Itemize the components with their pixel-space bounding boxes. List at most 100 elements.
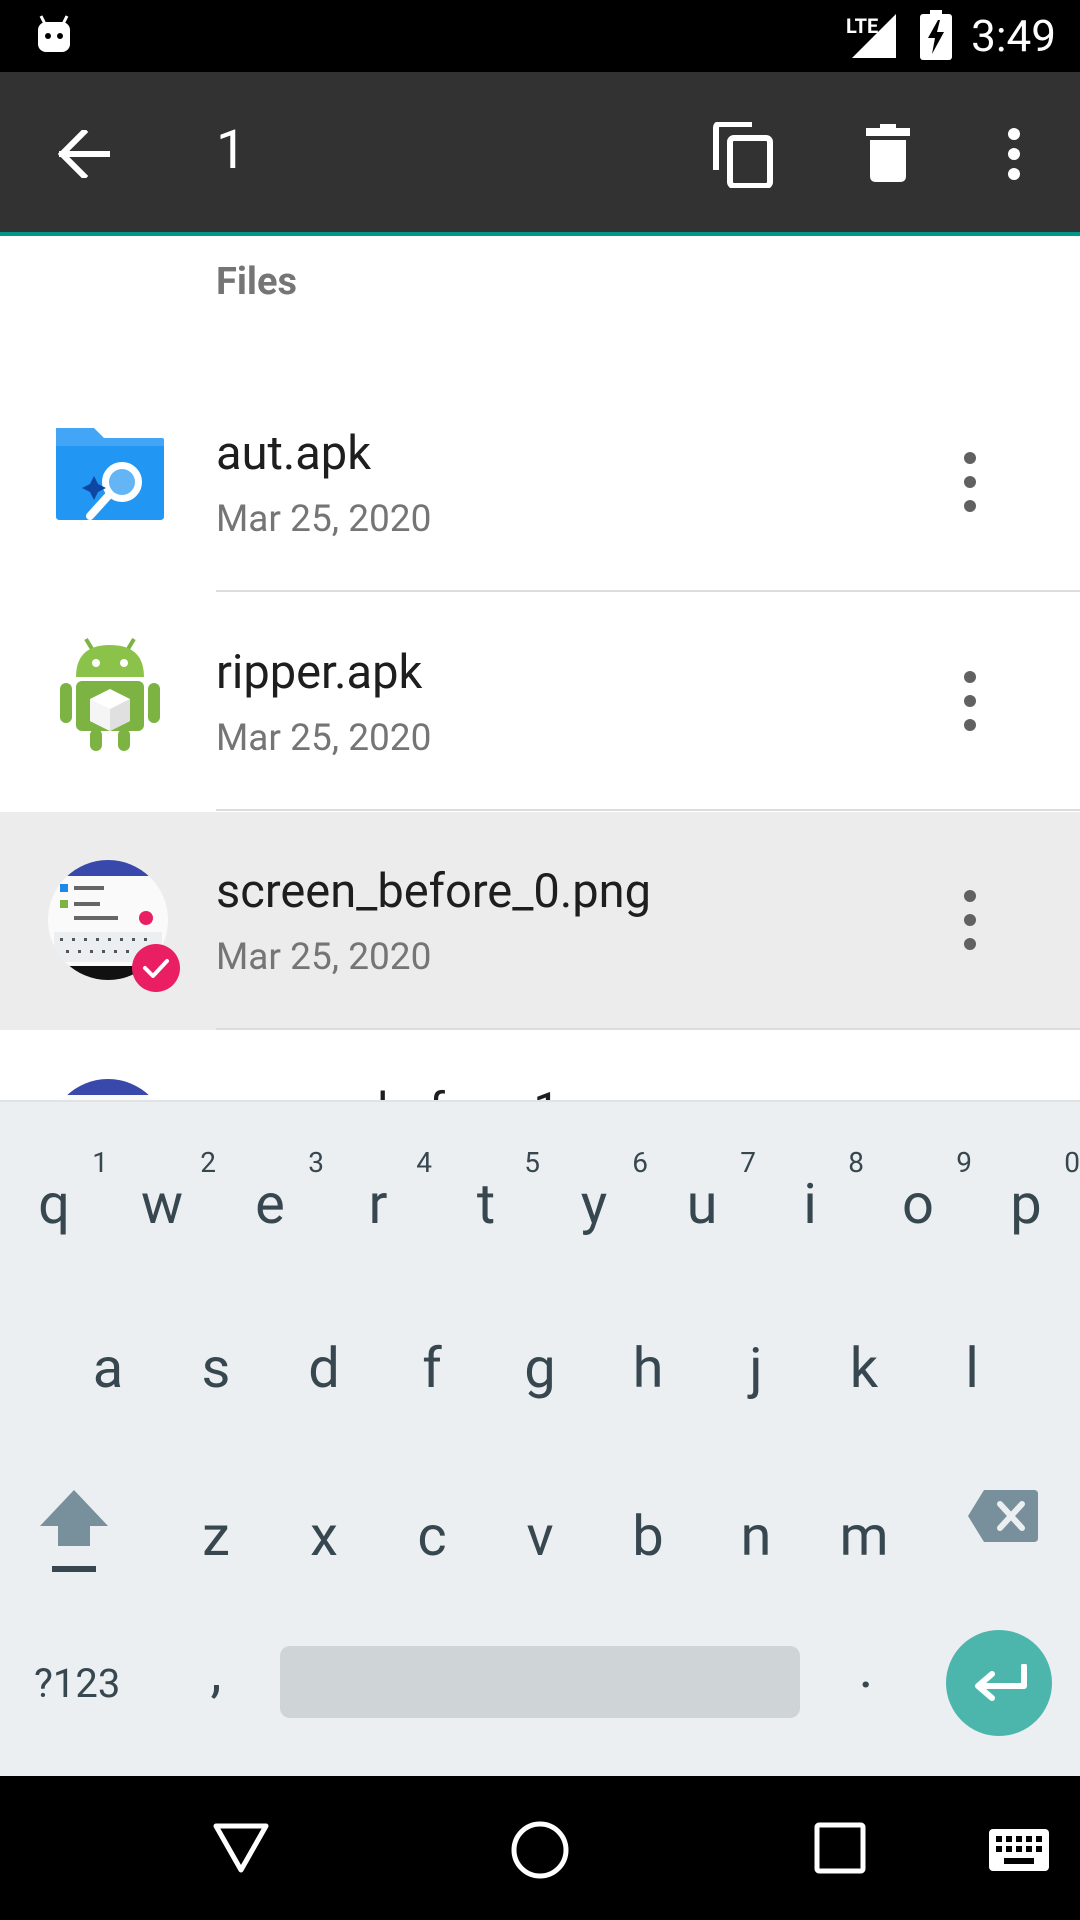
navigation-bar <box>0 1776 1080 1920</box>
screenshot-thumbnail <box>48 1079 168 1100</box>
key-x[interactable]: x <box>284 1508 364 1564</box>
key-number-hint: 9 <box>956 1146 972 1179</box>
key-label: p <box>1010 1171 1042 1237</box>
file-date: Mar 25, 2020 <box>216 498 432 541</box>
key-h[interactable]: h <box>608 1340 688 1396</box>
keyboard-switch-icon[interactable] <box>988 1828 1050 1872</box>
key-number-hint: 3 <box>308 1146 324 1179</box>
enter-key[interactable] <box>946 1630 1052 1736</box>
key-u[interactable]: u7 <box>662 1146 756 1232</box>
comma-key-label: , <box>210 1639 222 1705</box>
key-label: v <box>526 1503 554 1569</box>
key-l[interactable]: l <box>932 1340 1012 1396</box>
key-label: m <box>839 1503 889 1569</box>
key-p[interactable]: p0 <box>986 1146 1080 1232</box>
key-label: h <box>632 1335 664 1401</box>
key-label: f <box>422 1335 442 1401</box>
key-m[interactable]: m <box>824 1508 904 1564</box>
keyboard-top-border <box>0 1100 1080 1102</box>
key-label: a <box>92 1335 124 1401</box>
key-z[interactable]: z <box>176 1508 256 1564</box>
key-b[interactable]: b <box>608 1508 688 1564</box>
key-label: g <box>524 1335 556 1401</box>
key-a[interactable]: a <box>68 1340 148 1396</box>
copy-icon[interactable] <box>712 122 774 188</box>
key-label: n <box>740 1503 772 1569</box>
key-j[interactable]: j <box>716 1340 796 1396</box>
cell-signal-icon <box>852 14 896 58</box>
back-arrow-icon[interactable] <box>58 130 110 178</box>
key-y[interactable]: y6 <box>554 1146 648 1232</box>
soft-keyboard: q1w2e3r4t5y6u7i8o9p0 asdfghjkl zxcvbnm ?… <box>0 1100 1080 1776</box>
key-label: u <box>686 1171 718 1237</box>
key-number-hint: 8 <box>848 1146 864 1179</box>
home-circle-icon[interactable] <box>510 1820 570 1880</box>
shift-icon[interactable] <box>38 1486 110 1576</box>
file-name: ripper.apk <box>216 645 423 700</box>
key-d[interactable]: d <box>284 1340 364 1396</box>
row-divider <box>216 1028 1080 1030</box>
file-row-aut-apk[interactable]: aut.apk Mar 25, 2020 <box>0 374 1080 592</box>
status-bar: LTE 3:49 <box>0 0 1080 72</box>
key-r[interactable]: r4 <box>338 1146 433 1232</box>
key-c[interactable]: c <box>392 1508 472 1564</box>
key-e[interactable]: e3 <box>230 1146 324 1232</box>
file-name: screen_before_0.png <box>216 864 651 919</box>
selection-count: 1 <box>216 119 247 182</box>
period-key[interactable]: . <box>846 1640 886 1696</box>
key-v[interactable]: v <box>500 1508 580 1564</box>
key-label: k <box>849 1335 879 1401</box>
key-number-hint: 1 <box>92 1146 108 1179</box>
file-row-screen-before-1[interactable]: screen_before_1.png <box>0 1031 1080 1100</box>
key-label: q <box>38 1171 70 1237</box>
key-number-hint: 5 <box>524 1146 540 1179</box>
key-i[interactable]: i8 <box>770 1146 864 1232</box>
key-n[interactable]: n <box>716 1508 796 1564</box>
key-label: d <box>308 1335 340 1401</box>
backspace-icon[interactable] <box>966 1488 1040 1544</box>
key-label: w <box>140 1171 184 1237</box>
key-s[interactable]: s <box>176 1340 256 1396</box>
key-w[interactable]: w2 <box>122 1146 216 1232</box>
file-name: screen_before_1.png <box>216 1083 651 1100</box>
key-label: o <box>902 1171 934 1237</box>
key-label: j <box>749 1335 763 1401</box>
key-q[interactable]: q1 <box>14 1146 108 1232</box>
symbols-key[interactable]: ?123 <box>34 1660 120 1707</box>
key-label: l <box>965 1335 979 1401</box>
recents-square-icon[interactable] <box>814 1822 866 1874</box>
key-label: t <box>476 1171 496 1237</box>
key-label: s <box>201 1335 231 1401</box>
key-label: i <box>803 1171 817 1237</box>
file-row-ripper-apk[interactable]: ripper.apk Mar 25, 2020 <box>0 593 1080 811</box>
file-date: Mar 25, 2020 <box>216 936 432 979</box>
key-k[interactable]: k <box>824 1340 904 1396</box>
item-overflow-menu-icon[interactable] <box>956 450 984 514</box>
key-label: y <box>580 1171 608 1237</box>
back-triangle-icon[interactable] <box>212 1822 270 1874</box>
item-overflow-menu-icon[interactable] <box>956 669 984 733</box>
key-label: e <box>255 1171 285 1237</box>
delete-icon[interactable] <box>866 124 910 182</box>
file-list: Files aut.apk Mar 25, 2020 ripper.apk Ma… <box>0 236 1080 1100</box>
clock: 3:49 <box>971 10 1056 62</box>
row-divider <box>216 809 1080 811</box>
file-date: Mar 25, 2020 <box>216 717 432 760</box>
more-vert-icon[interactable] <box>1002 128 1026 180</box>
android-notification-icon <box>38 15 70 52</box>
key-o[interactable]: o9 <box>878 1146 972 1232</box>
item-overflow-menu-icon[interactable] <box>956 888 984 952</box>
key-number-hint: 2 <box>200 1146 216 1179</box>
key-number-hint: 0 <box>1064 1146 1080 1179</box>
folder-search-icon <box>56 428 164 520</box>
file-row-screen-before-0[interactable]: screen_before_0.png Mar 25, 2020 <box>0 812 1080 1030</box>
screenshot-thumbnail-selected <box>48 860 180 992</box>
key-number-hint: 4 <box>416 1146 432 1179</box>
key-t[interactable]: t5 <box>446 1146 540 1232</box>
android-icon <box>60 637 160 751</box>
comma-key[interactable]: , <box>196 1644 236 1700</box>
file-name: aut.apk <box>216 426 372 481</box>
key-f[interactable]: f <box>392 1340 472 1396</box>
space-bar[interactable] <box>280 1646 800 1718</box>
key-g[interactable]: g <box>500 1340 580 1396</box>
